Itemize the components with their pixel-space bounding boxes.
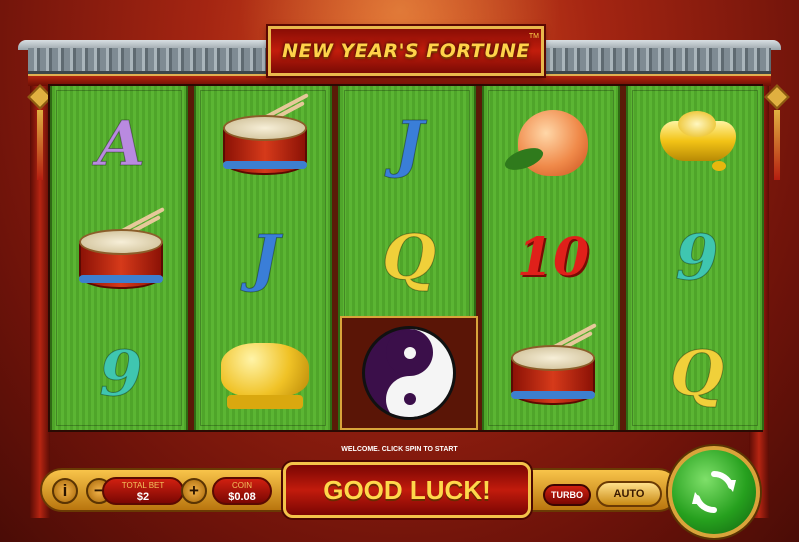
coin-value-display[interactable]: COIN $0.08 <box>212 477 272 505</box>
reel-area: A 9 J J Q 10 9 Q <box>48 84 764 432</box>
symbol-ten: 10 <box>484 200 622 314</box>
drum-icon <box>75 207 167 295</box>
symbol-a-letter: A <box>96 106 146 180</box>
game-title-plate: NEW YEAR'S FORTUNE TM <box>268 26 544 76</box>
symbol-drum <box>196 86 334 200</box>
symbol-j: J <box>196 200 334 314</box>
symbol-j: J <box>340 86 478 200</box>
status-text: GOOD LUCK! <box>323 474 491 505</box>
info-icon: i <box>62 481 68 500</box>
total-bet-value: $2 <box>136 491 150 503</box>
info-button[interactable]: i <box>52 478 78 504</box>
trademark: TM <box>528 33 539 40</box>
symbol-q: Q <box>340 200 478 314</box>
symbol-a: A <box>52 86 190 200</box>
peach-icon <box>518 110 588 176</box>
turbo-button[interactable]: TURBO <box>543 484 591 506</box>
drum-icon <box>507 323 599 411</box>
plus-icon: + <box>189 481 199 500</box>
golden-pig-icon <box>217 333 313 413</box>
auto-label: AUTO <box>613 488 645 500</box>
yin-yang-icon <box>362 326 456 420</box>
reel-5: 9 Q <box>626 86 764 430</box>
increase-bet-button[interactable]: + <box>181 478 207 504</box>
symbol-golden-pig <box>196 316 334 430</box>
symbol-q-letter: Q <box>669 336 724 410</box>
drum-icon <box>219 93 311 181</box>
coin-label: COIN <box>232 481 252 490</box>
coin-value: $0.08 <box>228 491 256 503</box>
symbol-nine-letter: 9 <box>675 220 719 294</box>
reel-3: J Q <box>338 86 478 430</box>
auto-spin-button[interactable]: AUTO <box>596 481 662 507</box>
status-display: GOOD LUCK! <box>283 462 531 518</box>
welcome-message: WELCOME. CLICK SPIN TO START <box>341 446 458 453</box>
refresh-arrows-icon <box>692 470 736 514</box>
symbol-nine: 9 <box>628 200 766 314</box>
left-tassel-icon <box>37 110 43 180</box>
total-bet-display: TOTAL BET $2 <box>102 477 184 505</box>
symbol-yin-yang <box>340 316 478 430</box>
reel-4: 10 <box>482 86 620 430</box>
right-tassel-icon <box>774 110 780 180</box>
reel-2: J <box>194 86 332 430</box>
symbol-q-letter: Q <box>381 220 436 294</box>
symbol-nine: 9 <box>52 316 190 430</box>
symbol-nine-letter: 9 <box>99 336 143 410</box>
game-title: NEW YEAR'S FORTUNE <box>282 40 530 62</box>
symbol-q: Q <box>628 316 766 430</box>
symbol-drum <box>52 200 190 314</box>
symbol-drum <box>484 316 622 430</box>
spin-button[interactable] <box>668 446 760 538</box>
gold-ingot-icon <box>654 111 740 175</box>
symbol-ten-letter: 10 <box>516 226 590 288</box>
total-bet-label: TOTAL BET <box>121 481 165 490</box>
reel-1: A 9 <box>50 86 188 430</box>
symbol-j-letter: J <box>394 106 424 180</box>
turbo-label: TURBO <box>551 490 583 500</box>
symbol-gold-ingot <box>628 86 766 200</box>
symbol-j-letter: J <box>250 220 280 294</box>
symbol-peach <box>484 86 622 200</box>
